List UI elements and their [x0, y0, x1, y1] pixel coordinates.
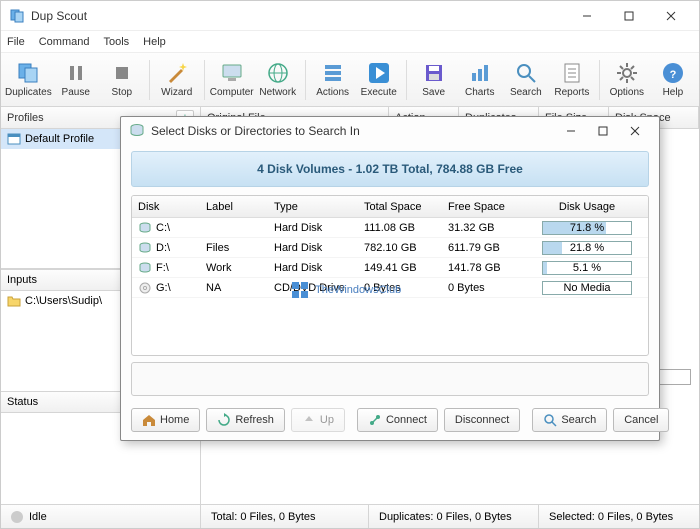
dialog-close-button[interactable]: [619, 120, 651, 142]
col-disk[interactable]: Disk: [132, 196, 200, 217]
save-icon: [422, 61, 446, 85]
disk-summary: 4 Disk Volumes - 1.02 TB Total, 784.88 G…: [131, 151, 649, 187]
usage-bar: No Media: [542, 281, 632, 295]
reports-icon: [560, 61, 584, 85]
duplicates-button[interactable]: Duplicates: [5, 56, 52, 104]
disk-row[interactable]: C:\Hard Disk111.08 GB31.32 GB71.8 %: [132, 218, 648, 238]
col-free[interactable]: Free Space: [442, 196, 526, 217]
profile-icon: [7, 132, 21, 146]
menu-tools[interactable]: Tools: [103, 36, 129, 48]
disconnect-button[interactable]: Disconnect: [444, 408, 520, 432]
network-button[interactable]: Network: [256, 56, 300, 104]
disk-table-header: Disk Label Type Total Space Free Space D…: [132, 196, 648, 218]
svg-text:?: ?: [669, 69, 676, 81]
idle-icon: [11, 511, 23, 523]
toolbar-separator: [204, 60, 205, 100]
pause-button[interactable]: Pause: [54, 56, 98, 104]
dialog-footer: Home Refresh Up Connect Disconnect Searc…: [121, 400, 659, 440]
home-icon: [142, 413, 156, 427]
toolbar-separator: [599, 60, 600, 100]
toolbar-separator: [149, 60, 150, 100]
close-button[interactable]: [651, 4, 691, 28]
up-button[interactable]: Up: [291, 408, 345, 432]
app-icon: [9, 8, 25, 24]
computer-icon: [220, 61, 244, 85]
connect-button[interactable]: Connect: [357, 408, 438, 432]
wizard-icon: [165, 61, 189, 85]
disk-row[interactable]: F:\WorkHard Disk149.41 GB141.78 GB5.1 %: [132, 258, 648, 278]
help-button[interactable]: ?Help: [651, 56, 695, 104]
connect-icon: [368, 413, 382, 427]
home-button[interactable]: Home: [131, 408, 200, 432]
status-state: Idle: [1, 505, 201, 528]
usage-bar: 71.8 %: [542, 221, 632, 235]
drive-icon: [138, 261, 152, 275]
actions-button[interactable]: Actions: [311, 56, 355, 104]
execute-button[interactable]: Execute: [357, 56, 401, 104]
drive-icon: [138, 281, 152, 295]
usage-bar: 5.1 %: [542, 261, 632, 275]
stop-button[interactable]: Stop: [100, 56, 144, 104]
cancel-button[interactable]: Cancel: [613, 408, 669, 432]
charts-button[interactable]: Charts: [458, 56, 502, 104]
status-total: Total: 0 Files, 0 Bytes: [201, 505, 369, 528]
up-icon: [302, 413, 316, 427]
menu-help[interactable]: Help: [143, 36, 166, 48]
reports-button[interactable]: Reports: [550, 56, 594, 104]
status-duplicates: Duplicates: 0 Files, 0 Bytes: [369, 505, 539, 528]
menubar: File Command Tools Help: [1, 31, 699, 53]
drive-icon: [138, 221, 152, 235]
toolbar: Duplicates Pause Stop Wizard Computer Ne…: [1, 53, 699, 107]
menu-command[interactable]: Command: [39, 36, 90, 48]
toolbar-separator: [406, 60, 407, 100]
drive-icon: [138, 241, 152, 255]
titlebar: Dup Scout: [1, 1, 699, 31]
save-button[interactable]: Save: [412, 56, 456, 104]
col-type[interactable]: Type: [268, 196, 358, 217]
dialog-maximize-button[interactable]: [587, 120, 619, 142]
col-label[interactable]: Label: [200, 196, 268, 217]
copy-icon: [16, 61, 40, 85]
refresh-icon: [217, 413, 231, 427]
computer-button[interactable]: Computer: [210, 56, 254, 104]
play-icon: [367, 61, 391, 85]
network-icon: [266, 61, 290, 85]
statusbar: Idle Total: 0 Files, 0 Bytes Duplicates:…: [1, 504, 699, 528]
charts-icon: [468, 61, 492, 85]
refresh-button[interactable]: Refresh: [206, 408, 285, 432]
toolbar-separator: [305, 60, 306, 100]
gear-icon: [615, 61, 639, 85]
disk-row[interactable]: G:\NACD/DVD Drive0 Bytes0 BytesNo Media: [132, 278, 648, 298]
select-disks-dialog: Select Disks or Directories to Search In…: [120, 116, 660, 441]
disk-table: Disk Label Type Total Space Free Space D…: [131, 195, 649, 356]
dialog-titlebar: Select Disks or Directories to Search In: [121, 117, 659, 145]
search-icon: [514, 61, 538, 85]
wizard-button[interactable]: Wizard: [155, 56, 199, 104]
disk-icon: [129, 123, 145, 139]
status-selected: Selected: 0 Files, 0 Bytes: [539, 505, 699, 528]
col-total[interactable]: Total Space: [358, 196, 442, 217]
help-icon: ?: [661, 61, 685, 85]
pause-icon: [64, 61, 88, 85]
stop-icon: [110, 61, 134, 85]
dialog-title: Select Disks or Directories to Search In: [151, 124, 555, 138]
minimize-button[interactable]: [567, 4, 607, 28]
col-usage[interactable]: Disk Usage: [526, 196, 648, 217]
dialog-body: 4 Disk Volumes - 1.02 TB Total, 784.88 G…: [121, 145, 659, 400]
dialog-preview-panel: [131, 362, 649, 396]
options-button[interactable]: Options: [605, 56, 649, 104]
dialog-search-button[interactable]: Search: [532, 408, 607, 432]
maximize-button[interactable]: [609, 4, 649, 28]
search-icon: [543, 413, 557, 427]
menu-file[interactable]: File: [7, 36, 25, 48]
dialog-minimize-button[interactable]: [555, 120, 587, 142]
search-button[interactable]: Search: [504, 56, 548, 104]
disk-rows: C:\Hard Disk111.08 GB31.32 GB71.8 %D:\Fi…: [132, 218, 648, 298]
folder-icon: [7, 294, 21, 308]
actions-icon: [321, 61, 345, 85]
usage-bar: 21.8 %: [542, 241, 632, 255]
app-title: Dup Scout: [31, 9, 567, 23]
disk-row[interactable]: D:\FilesHard Disk782.10 GB611.79 GB21.8 …: [132, 238, 648, 258]
